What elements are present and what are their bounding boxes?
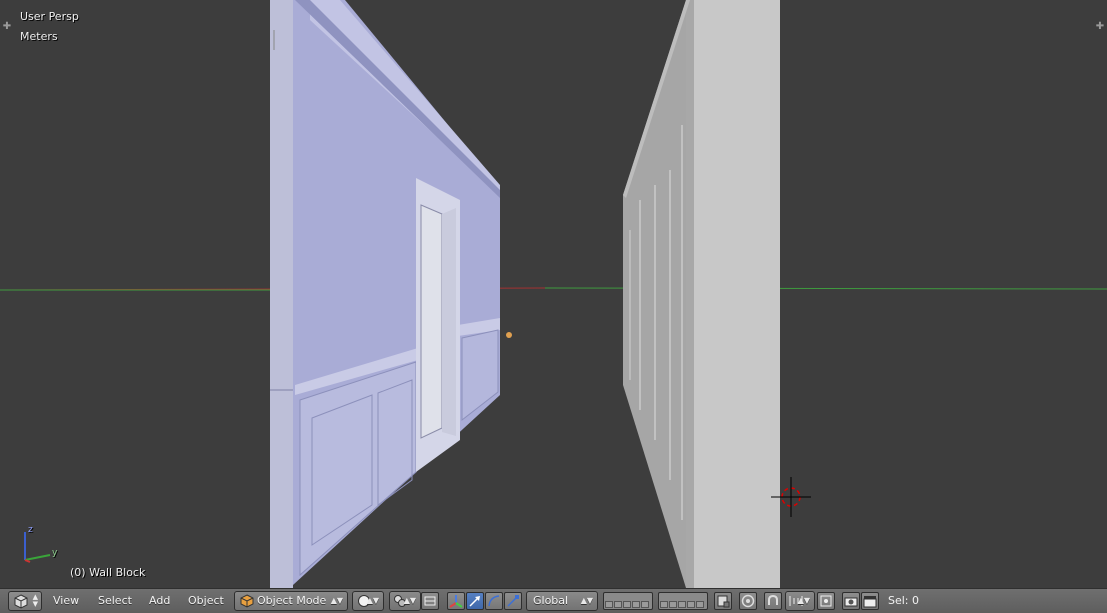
menu-select[interactable]: Select (98, 594, 132, 607)
menu-view[interactable]: View (53, 594, 79, 607)
object-origin[interactable] (506, 332, 512, 338)
render-preview-button[interactable] (842, 592, 860, 610)
transform-orientation-dropdown[interactable]: Global ▲▼ (526, 591, 598, 611)
chevron-updown-icon: ▲▼ (32, 593, 38, 608)
cube-orange-icon (240, 594, 254, 608)
layout-icon (424, 596, 436, 606)
snap-layout-button[interactable] (421, 592, 439, 610)
scale-toggle[interactable] (504, 592, 522, 610)
proportional-edit-button[interactable] (739, 592, 757, 610)
orientation-label: Global (533, 594, 569, 607)
gizmo-z-label: z (28, 525, 33, 535)
editor-type-button[interactable]: ▲ ▼ (8, 591, 42, 611)
snap-element-dropdown[interactable]: ▲▼ (785, 591, 815, 611)
3d-viewport[interactable]: User Persp Meters (0) Wall Block z y ✚ ✚ (0, 0, 1107, 588)
units-label: Meters (20, 30, 58, 43)
right-wall[interactable] (623, 0, 780, 588)
render-animation-button[interactable] (861, 592, 879, 610)
manipulator-icon (449, 595, 463, 608)
selection-count: Sel: 0 (888, 594, 920, 607)
translate-toggle[interactable] (466, 592, 484, 610)
camera-icon (844, 597, 858, 607)
3d-view-header: ▲ ▼ View Select Add Object Object Mode ▲▼… (0, 588, 1107, 613)
region-toggle-left-icon[interactable]: ✚ (2, 22, 12, 32)
mode-label: Object Mode (257, 594, 327, 607)
mode-dropdown[interactable]: Object Mode ▲▼ (234, 591, 348, 611)
rotate-icon (488, 595, 500, 607)
layer-lock-icon (717, 595, 730, 608)
snap-target-icon (820, 595, 832, 607)
scale-icon (507, 595, 519, 607)
rotate-toggle[interactable] (485, 592, 503, 610)
chevron-updown-icon: ▲▼ (403, 596, 416, 605)
chevron-updown-icon: ▲▼ (366, 596, 379, 605)
manipulator-toggle[interactable] (447, 592, 465, 610)
translate-icon (469, 596, 480, 607)
pivot-dropdown[interactable]: ▲▼ (389, 591, 421, 611)
region-toggle-right-icon[interactable]: ✚ (1095, 22, 1105, 32)
clapperboard-icon (863, 596, 877, 608)
chevron-updown-icon: ▲▼ (330, 596, 343, 605)
layers-group-2[interactable] (658, 592, 708, 610)
viewport-shading-dropdown[interactable]: ▲▼ (352, 591, 384, 611)
menu-add[interactable]: Add (149, 594, 170, 607)
chevron-updown-icon: ▲▼ (580, 596, 593, 605)
cube-icon (14, 594, 28, 609)
magnet-icon (768, 594, 778, 605)
proportional-edit-icon (741, 594, 755, 608)
selected-object-label: (0) Wall Block (70, 566, 146, 579)
snap-toggle[interactable] (764, 592, 782, 610)
chevron-updown-icon: ▲▼ (797, 596, 810, 605)
gizmo-y-label: y (52, 548, 58, 558)
lock-layers-button[interactable] (714, 592, 732, 610)
layers-group-1[interactable] (603, 592, 653, 610)
axis-gizmo (24, 532, 51, 563)
left-wall[interactable] (270, 0, 500, 588)
scene-render[interactable] (0, 0, 1107, 588)
menu-object[interactable]: Object (188, 594, 224, 607)
view-name-label: User Persp (20, 10, 79, 23)
snap-target-button[interactable] (817, 592, 835, 610)
